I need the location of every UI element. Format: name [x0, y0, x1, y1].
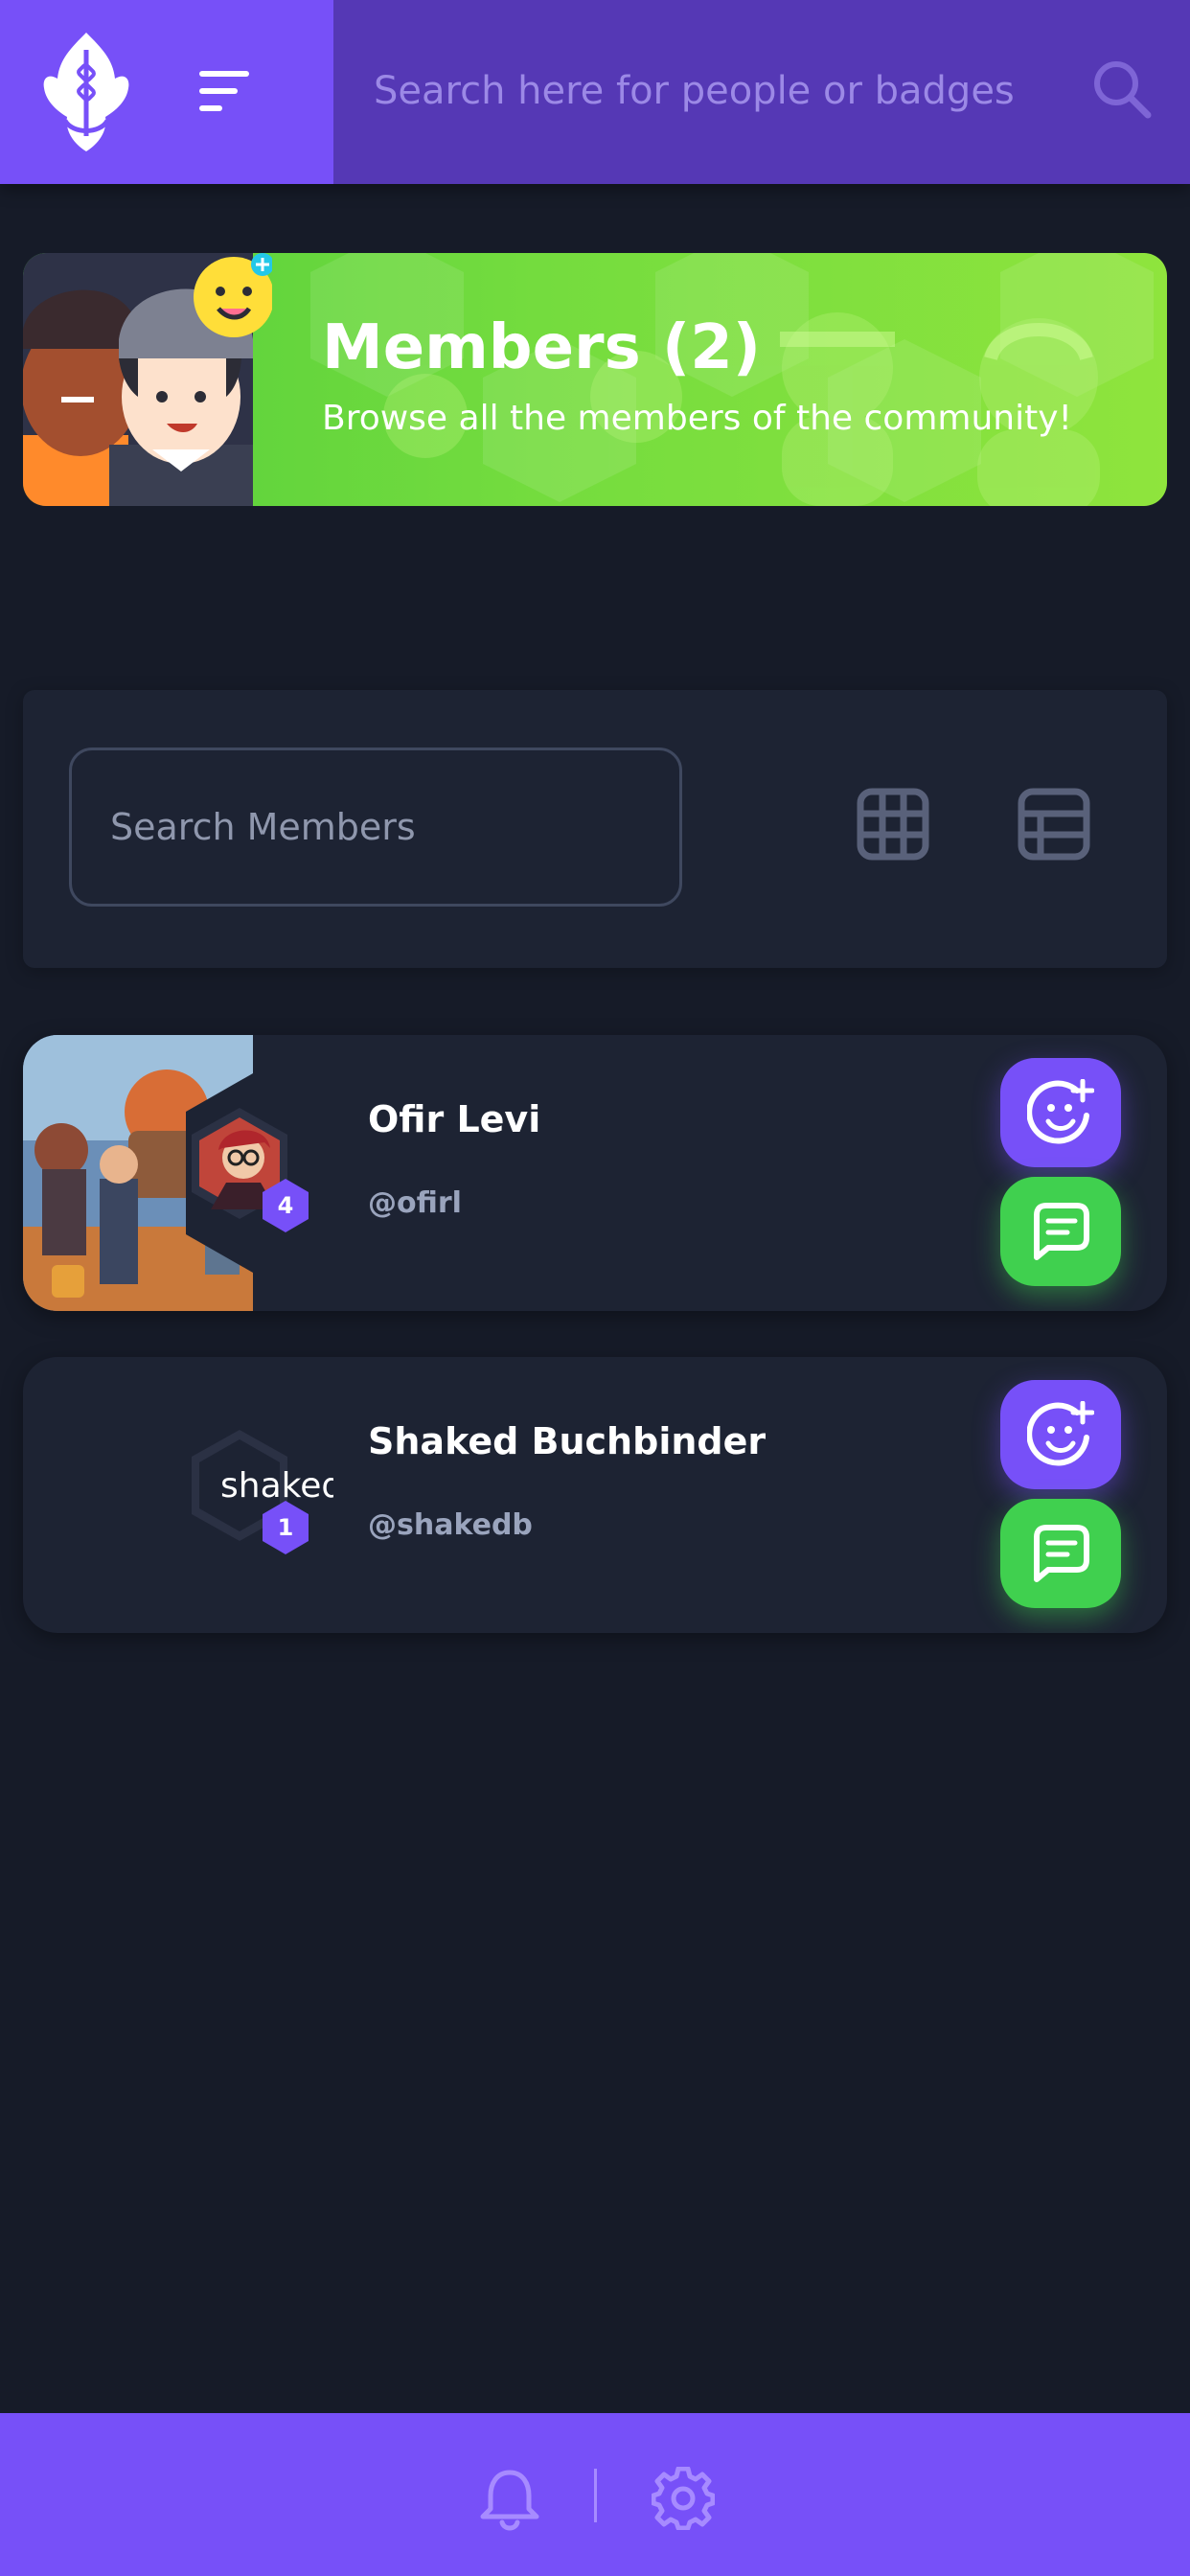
top-header — [0, 0, 1190, 184]
member-card[interactable]: shaked 1 Shaked Buchbinder @shakedb — [23, 1357, 1167, 1633]
add-friend-button[interactable] — [1000, 1380, 1121, 1489]
member-avatar[interactable]: 4 — [188, 1104, 333, 1257]
search-icon[interactable] — [1090, 58, 1154, 121]
bell-icon[interactable] — [479, 2467, 540, 2532]
grid-view-icon[interactable] — [857, 788, 929, 861]
brand-area — [0, 0, 333, 184]
menu-button[interactable] — [195, 63, 257, 119]
member-handle: @shakedb — [368, 1508, 533, 1542]
members-banner: Members (2) Browse all the members of th… — [23, 253, 1167, 506]
member-search-input[interactable] — [69, 748, 682, 907]
member-handle: @ofirl — [368, 1186, 462, 1220]
send-message-button[interactable] — [1000, 1177, 1121, 1286]
banner-description: Browse all the members of the community! — [322, 399, 1072, 438]
list-view-icon[interactable] — [1018, 788, 1090, 861]
bottom-nav-bar — [0, 2413, 1190, 2576]
member-name[interactable]: Ofir Levi — [368, 1098, 540, 1140]
menu-line — [199, 71, 249, 77]
avatar-text: shaked — [220, 1466, 333, 1506]
menu-line — [199, 88, 238, 94]
level-badge: 4 — [278, 1192, 294, 1219]
banner-title: Members (2) — [322, 312, 761, 383]
gear-icon[interactable] — [652, 2467, 715, 2530]
logo-icon[interactable] — [38, 29, 134, 155]
menu-line — [199, 105, 222, 111]
add-friend-button[interactable] — [1000, 1058, 1121, 1167]
nav-divider — [594, 2469, 597, 2522]
global-search-input[interactable] — [374, 59, 1044, 123]
add-friend-icon — [1027, 1079, 1094, 1144]
member-avatar[interactable]: shaked 1 — [188, 1426, 333, 1579]
level-badge: 1 — [278, 1514, 294, 1541]
member-name[interactable]: Shaked Buchbinder — [368, 1420, 766, 1462]
member-card[interactable]: 4 Ofir Levi @ofirl — [23, 1035, 1167, 1311]
send-message-button[interactable] — [1000, 1499, 1121, 1608]
chat-icon — [1034, 1525, 1089, 1582]
add-friend-icon — [1027, 1401, 1094, 1466]
chat-icon — [1034, 1203, 1089, 1260]
members-filter-bar — [23, 690, 1167, 968]
members-illustration — [23, 253, 272, 506]
